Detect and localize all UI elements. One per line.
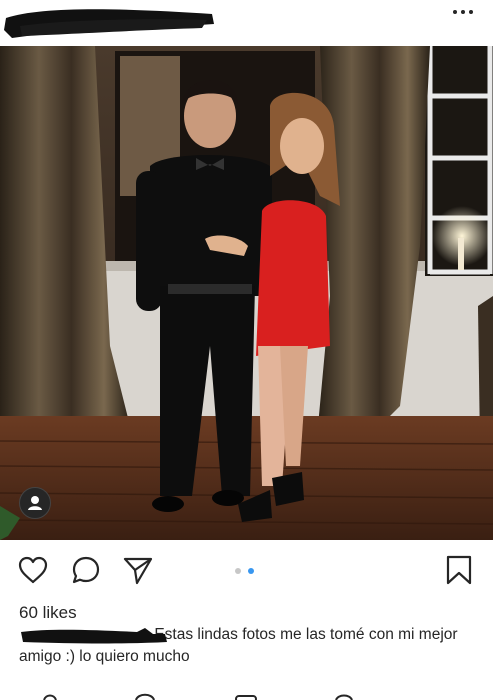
bottom-navigation-partial xyxy=(43,693,353,700)
photo-image xyxy=(0,46,493,540)
post-header xyxy=(0,0,493,46)
comment-icon[interactable] xyxy=(70,554,102,586)
carousel-dot xyxy=(235,568,241,574)
tagged-people-badge[interactable] xyxy=(19,487,51,519)
post-photo[interactable] xyxy=(0,46,493,540)
redacted-username xyxy=(4,9,214,38)
more-horizontal-icon[interactable] xyxy=(451,4,475,20)
paper-plane-icon[interactable] xyxy=(122,554,154,586)
post-caption: Estas lindas fotos me las tomé con mi me… xyxy=(19,624,479,668)
carousel-dot-active xyxy=(248,568,254,574)
carousel-indicator xyxy=(235,568,259,576)
heart-icon[interactable] xyxy=(17,554,49,586)
person-icon xyxy=(28,496,42,510)
redacted-caption-author xyxy=(21,628,167,644)
likes-count[interactable]: 60 likes xyxy=(19,603,77,623)
bookmark-icon[interactable] xyxy=(443,554,475,586)
post-action-bar xyxy=(0,550,493,590)
